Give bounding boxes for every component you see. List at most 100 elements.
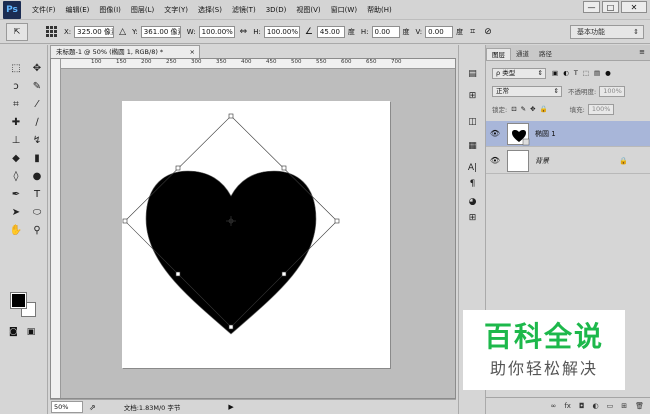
screen-mode-icon[interactable]: ▣: [27, 327, 36, 337]
zoom-field[interactable]: 50%: [51, 401, 83, 413]
foreground-color-swatch[interactable]: [10, 292, 27, 309]
width-input[interactable]: 100.00%: [198, 25, 235, 38]
filter-type-icon[interactable]: T: [574, 69, 578, 77]
zoom-tool-icon[interactable]: ⚲: [28, 222, 46, 239]
dodge-tool-icon[interactable]: ●: [28, 168, 46, 185]
lasso-tool-icon[interactable]: ↄ: [7, 78, 25, 95]
history-panel-icon[interactable]: ▤: [465, 67, 480, 81]
angle-input[interactable]: 45.00: [316, 25, 345, 38]
transform-handle-bottom[interactable]: [228, 324, 234, 330]
lock-all-icon[interactable]: 🔒: [540, 105, 548, 113]
menu-edit[interactable]: 编辑(E): [61, 5, 95, 15]
link-icon[interactable]: ⇔: [240, 27, 248, 37]
lock-transparent-icon[interactable]: ⊡: [511, 105, 516, 113]
tab-paths[interactable]: 路径: [534, 48, 557, 60]
export-icon[interactable]: ⇗: [89, 403, 96, 412]
eraser-tool-icon[interactable]: ◆: [7, 150, 25, 167]
workspace-select[interactable]: 基本功能 ⇕: [570, 25, 644, 39]
grid-panel-icon[interactable]: ⊞: [465, 211, 480, 225]
blend-mode-select[interactable]: 正常 ⇕: [492, 85, 562, 97]
adjustments-panel-icon[interactable]: ◫: [465, 115, 480, 129]
heart-shape[interactable]: [145, 170, 317, 335]
layer-row-background[interactable]: 👁 背景 🔒: [486, 148, 650, 174]
lock-position-icon[interactable]: ✥: [530, 105, 535, 113]
transform-handle-bottom-left[interactable]: [175, 271, 181, 277]
vskew-input[interactable]: 0.00: [425, 25, 454, 38]
stamp-tool-icon[interactable]: ⊥: [7, 132, 25, 149]
eye-icon[interactable]: 👁: [486, 156, 504, 165]
transform-handle-top-right[interactable]: [281, 165, 287, 171]
brush-tool-icon[interactable]: ∕: [28, 114, 46, 131]
paragraph-panel-icon[interactable]: ¶: [465, 177, 480, 191]
close-tab-icon[interactable]: ×: [190, 46, 195, 58]
layer-filter-select[interactable]: ρ 类型 ⇕: [492, 67, 546, 79]
new-layer-icon[interactable]: ⊞: [621, 402, 627, 410]
menu-3d[interactable]: 3D(D): [261, 6, 292, 14]
menu-window[interactable]: 窗口(W): [326, 5, 362, 15]
x-input[interactable]: 325.00 像素: [74, 25, 115, 38]
tab-channels[interactable]: 通道: [511, 48, 534, 60]
transform-handle-top-left[interactable]: [175, 165, 181, 171]
cancel-transform-icon[interactable]: ⊘: [484, 27, 492, 37]
pen-tool-icon[interactable]: ✒: [7, 186, 25, 203]
properties-panel-icon[interactable]: ⊞: [465, 89, 480, 103]
transform-handle-bottom-right[interactable]: [281, 271, 287, 277]
hskew-input[interactable]: 0.00: [371, 25, 400, 38]
y-input[interactable]: 361.00 像素: [140, 25, 181, 38]
restore-button[interactable]: □: [602, 1, 619, 13]
quick-select-tool-icon[interactable]: ✎: [28, 78, 46, 95]
adjustment-layer-icon[interactable]: ◐: [593, 402, 599, 410]
filter-adjust-icon[interactable]: ◐: [563, 69, 569, 77]
filter-smart-icon[interactable]: ▤: [594, 69, 600, 77]
reference-point-icon[interactable]: [46, 25, 58, 38]
trash-icon[interactable]: 🗑: [635, 402, 644, 410]
filter-shape-icon[interactable]: ⬚: [583, 69, 589, 77]
mask-icon[interactable]: ◘: [579, 402, 585, 410]
close-button[interactable]: ✕: [621, 1, 647, 13]
fill-input[interactable]: 100%: [587, 103, 614, 115]
tab-layers[interactable]: 图层: [486, 48, 511, 60]
eye-icon[interactable]: 👁: [486, 129, 504, 138]
link-layers-icon[interactable]: ∞: [551, 402, 557, 410]
transform-handle-right[interactable]: [334, 218, 340, 224]
document-tab[interactable]: 未标题-1 @ 50% (椭圆 1, RGB/8) * ×: [50, 45, 200, 58]
height-input[interactable]: 100.00%: [263, 25, 300, 38]
delta-icon[interactable]: △: [119, 27, 126, 37]
path-select-icon[interactable]: ➤: [7, 204, 25, 221]
panel-menu-icon[interactable]: ≡: [639, 48, 645, 56]
type-tool-icon[interactable]: T: [28, 186, 46, 203]
menu-view[interactable]: 视图(V): [291, 5, 325, 15]
menu-filter[interactable]: 滤镜(T): [227, 5, 261, 15]
3d-panel-icon[interactable]: ◕: [465, 195, 480, 209]
character-panel-icon[interactable]: A|: [465, 161, 480, 175]
swatches-panel-icon[interactable]: ▦: [465, 139, 480, 153]
crop-tool-icon[interactable]: ⌗: [7, 96, 25, 113]
quick-mask-icon[interactable]: ◙: [9, 327, 18, 337]
menu-file[interactable]: 文件(F): [27, 5, 61, 15]
eyedropper-tool-icon[interactable]: ⁄: [28, 96, 46, 113]
menu-help[interactable]: 帮助(H): [362, 5, 397, 15]
gradient-tool-icon[interactable]: ▮: [28, 150, 46, 167]
marquee-tool-icon[interactable]: ⬚: [7, 60, 25, 77]
minimize-button[interactable]: —: [583, 1, 600, 13]
hand-tool-icon[interactable]: ✋: [7, 222, 25, 239]
transform-handle-left[interactable]: [122, 218, 128, 224]
status-menu-arrow[interactable]: ▶: [228, 403, 233, 411]
blur-tool-icon[interactable]: ◊: [7, 168, 25, 185]
menu-layer[interactable]: 图层(L): [126, 5, 159, 15]
move-tool-icon[interactable]: ✥: [28, 60, 46, 77]
lock-pixels-icon[interactable]: ✎: [521, 105, 526, 113]
history-brush-icon[interactable]: ↯: [28, 132, 46, 149]
opacity-input[interactable]: 100%: [599, 85, 626, 97]
fx-icon[interactable]: fx: [564, 402, 571, 410]
menu-type[interactable]: 文字(Y): [159, 5, 193, 15]
tool-preset-picker[interactable]: ⇱: [6, 22, 28, 41]
filter-toggle-icon[interactable]: ●: [605, 69, 611, 77]
ellipse-tool-icon[interactable]: ⬭: [28, 204, 46, 221]
filter-pixel-icon[interactable]: ▣: [552, 69, 558, 77]
transform-handle-top[interactable]: [228, 113, 234, 119]
group-icon[interactable]: ▭: [607, 402, 614, 410]
layer-row-ellipse[interactable]: 👁 椭圆 1: [486, 121, 650, 147]
healing-tool-icon[interactable]: ✚: [7, 114, 25, 131]
warp-icon[interactable]: ⌗: [470, 27, 475, 37]
